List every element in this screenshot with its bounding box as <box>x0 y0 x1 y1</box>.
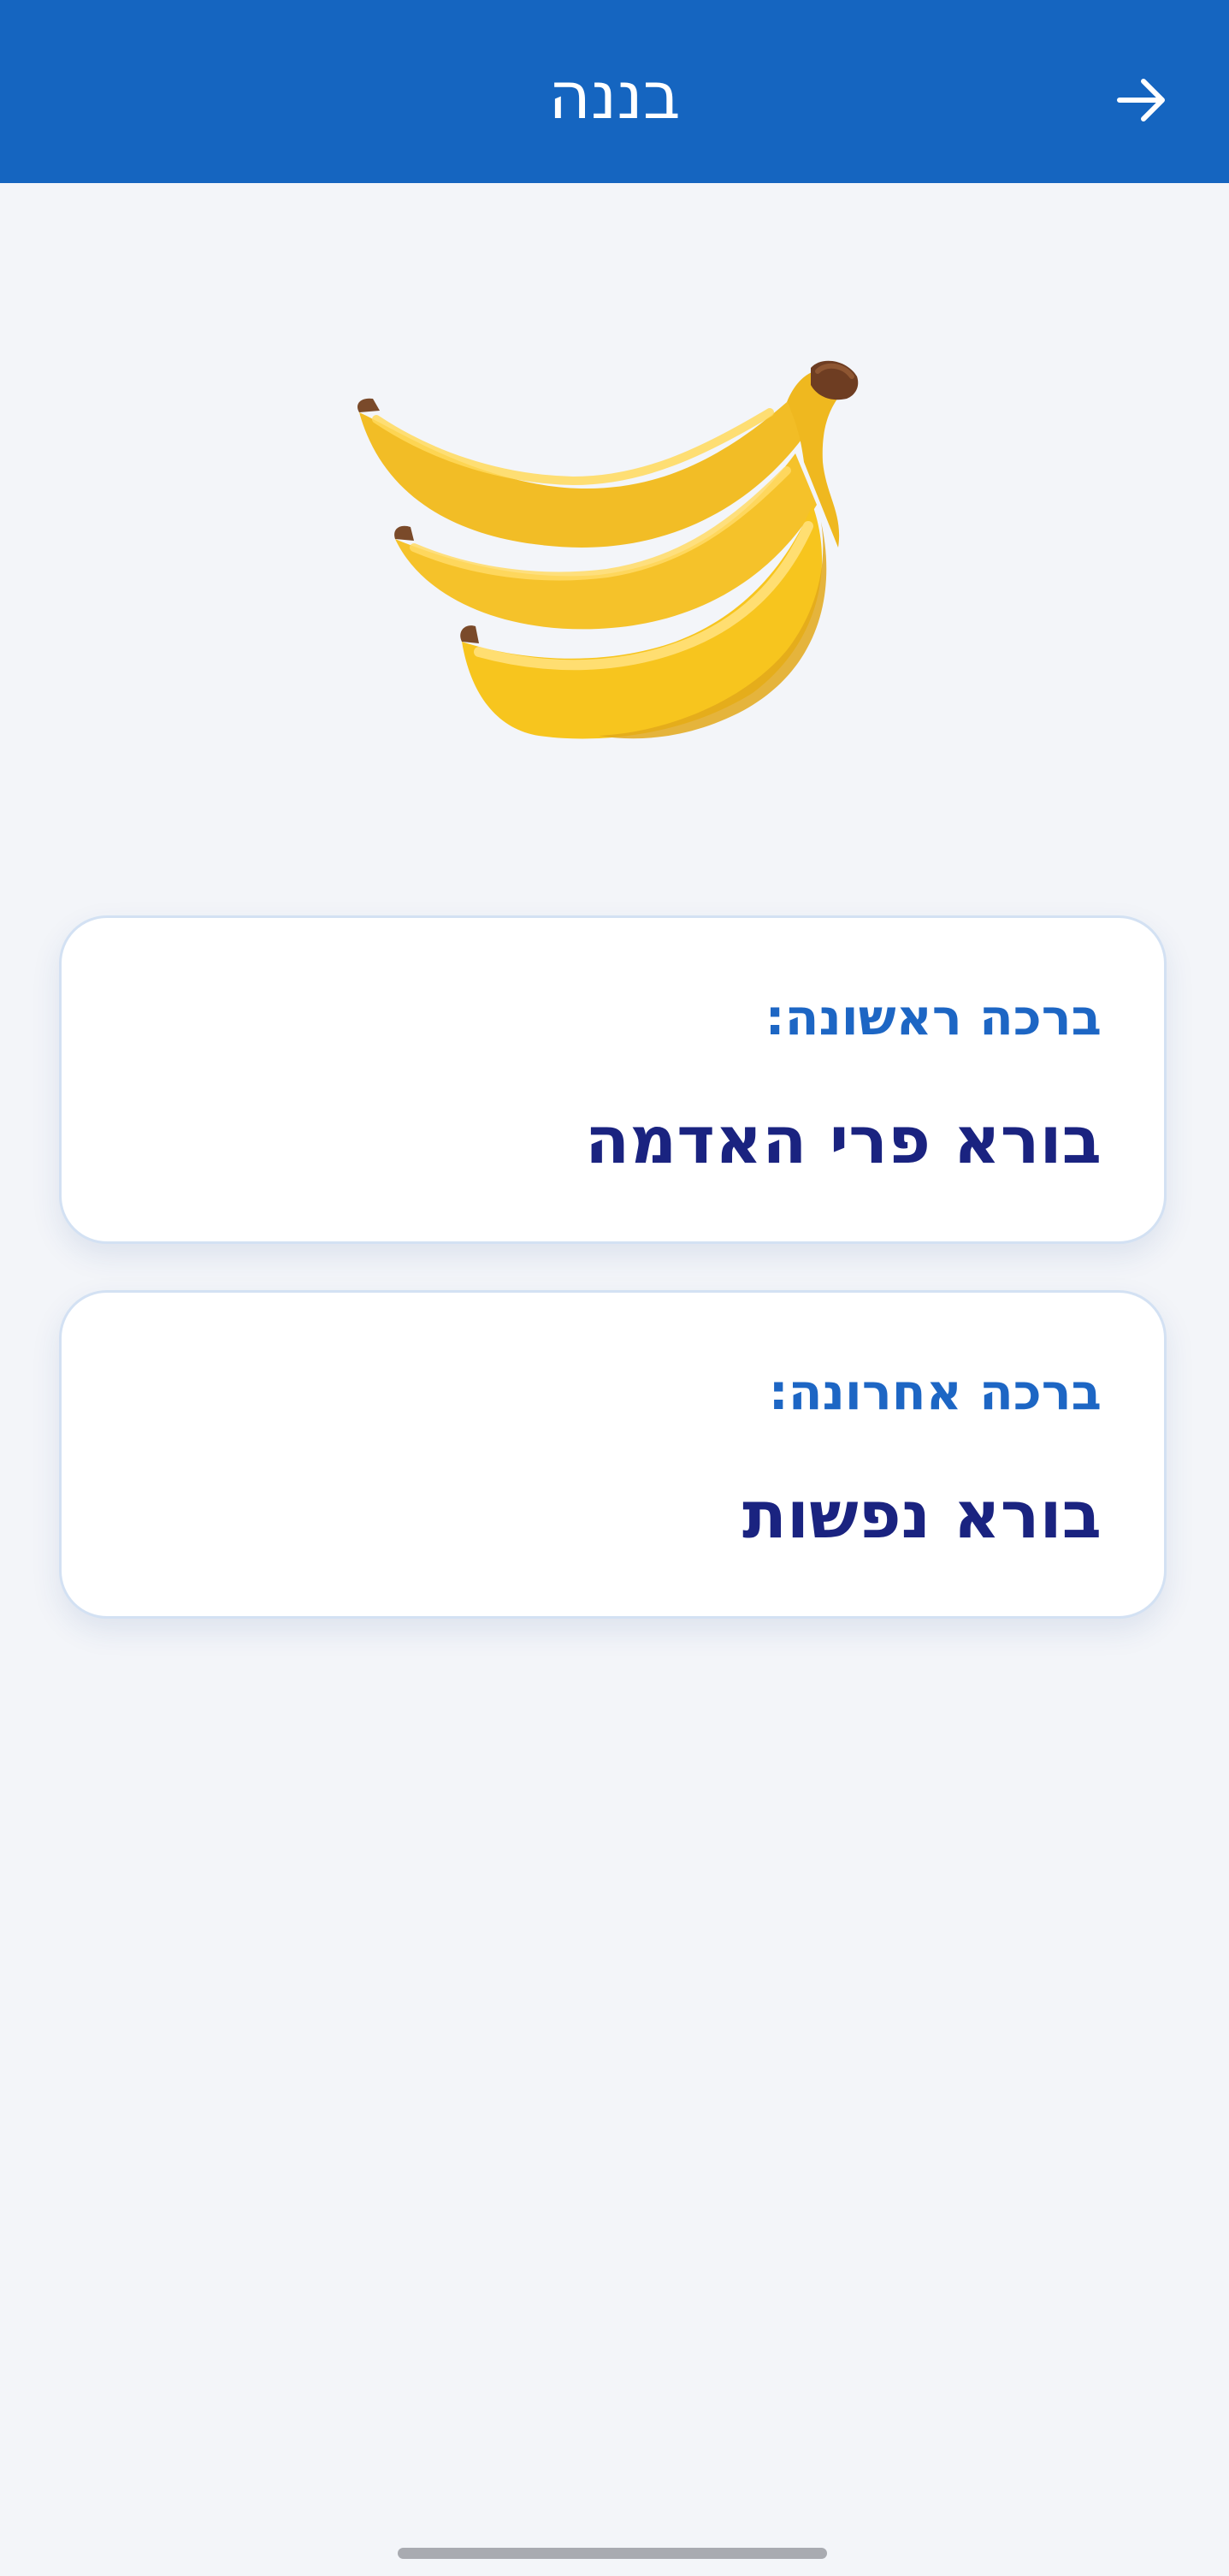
last-blessing-label: ברכה אחרונה: <box>768 1363 1102 1421</box>
page-title: בננה <box>548 57 681 133</box>
first-blessing-label: ברכה ראשונה: <box>765 988 1102 1046</box>
arrow-right-icon <box>1117 79 1165 121</box>
app-bar: בננה <box>0 0 1229 183</box>
banana-icon <box>357 360 859 739</box>
last-blessing-card: ברכה אחרונה: בורא נפשות <box>59 1290 1167 1619</box>
last-blessing-value: בורא נפשות <box>742 1477 1102 1553</box>
back-button[interactable] <box>1103 62 1180 139</box>
first-blessing-card: ברכה ראשונה: בורא פרי האדמה <box>59 915 1167 1244</box>
home-indicator[interactable] <box>398 2548 827 2559</box>
banana-image <box>342 334 889 761</box>
first-blessing-value: בורא פרי האדמה <box>585 1102 1102 1178</box>
